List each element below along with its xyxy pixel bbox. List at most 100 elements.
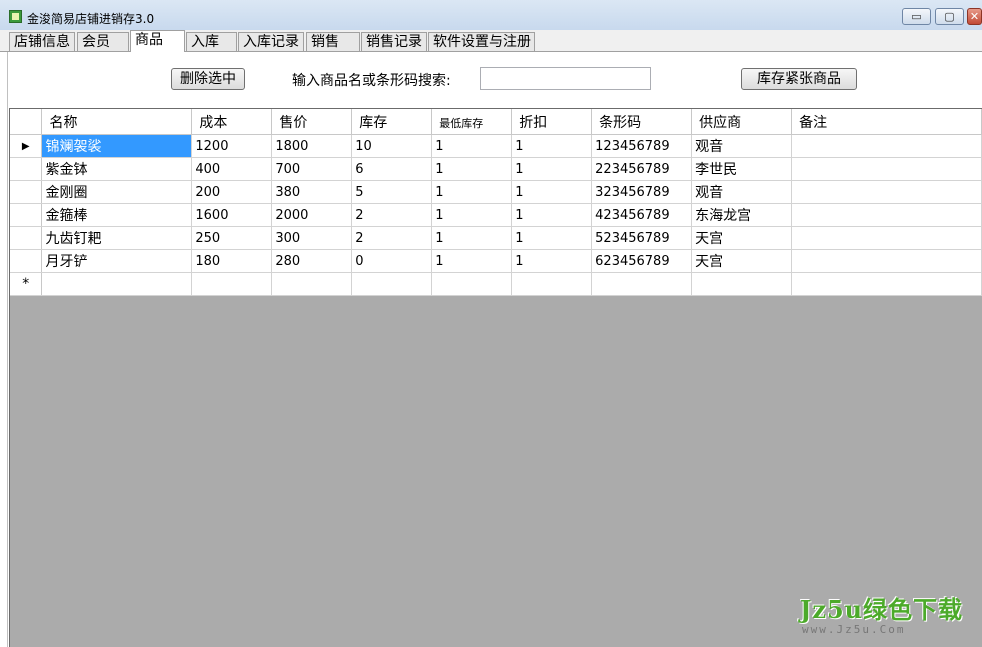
column-header-min-stock[interactable]: 最低库存 xyxy=(431,109,513,135)
table-row[interactable]: 金刚圈 200 380 5 1 1 323456789 观音 xyxy=(10,180,982,204)
new-cell-supplier[interactable] xyxy=(691,272,793,296)
cell-name[interactable]: 金刚圈 xyxy=(41,180,193,204)
cell-discount[interactable]: 1 xyxy=(511,180,593,204)
cell-discount[interactable]: 1 xyxy=(511,157,593,181)
cell-notes[interactable] xyxy=(791,226,982,250)
cell-price[interactable]: 700 xyxy=(271,157,353,181)
cell-supplier[interactable]: 东海龙宫 xyxy=(691,203,793,227)
cell-price[interactable]: 300 xyxy=(271,226,353,250)
table-row[interactable]: 九齿钉耙 250 300 2 1 1 523456789 天宫 xyxy=(10,226,982,250)
column-header-discount[interactable]: 折扣 xyxy=(511,109,593,135)
cell-discount[interactable]: 1 xyxy=(511,249,593,273)
cell-min-stock[interactable]: 1 xyxy=(431,134,513,158)
cell-stock[interactable]: 5 xyxy=(351,180,433,204)
tab-stock-in[interactable]: 入库 xyxy=(186,32,237,51)
maximize-button[interactable]: ▢ xyxy=(935,8,964,25)
cell-price[interactable]: 380 xyxy=(271,180,353,204)
new-cell-price[interactable] xyxy=(271,272,353,296)
tab-sales-records[interactable]: 销售记录 xyxy=(361,32,427,51)
cell-notes[interactable] xyxy=(791,157,982,181)
cell-discount[interactable]: 1 xyxy=(511,134,593,158)
cell-name[interactable]: 锦斓袈裟 xyxy=(41,134,193,158)
cell-supplier[interactable]: 天宫 xyxy=(691,249,793,273)
cell-cost[interactable]: 1200 xyxy=(191,134,273,158)
new-cell-barcode[interactable] xyxy=(591,272,693,296)
row-selector[interactable] xyxy=(10,249,43,273)
cell-cost[interactable]: 400 xyxy=(191,157,273,181)
row-selector[interactable] xyxy=(10,226,43,250)
cell-barcode[interactable]: 623456789 xyxy=(591,249,693,273)
new-row-marker[interactable]: * xyxy=(10,272,43,296)
search-input[interactable] xyxy=(480,67,651,90)
cell-cost[interactable]: 180 xyxy=(191,249,273,273)
column-header-price[interactable]: 售价 xyxy=(271,109,353,135)
cell-stock[interactable]: 10 xyxy=(351,134,433,158)
delete-selected-button[interactable]: 删除选中 xyxy=(171,68,245,90)
cell-supplier[interactable]: 观音 xyxy=(691,180,793,204)
cell-min-stock[interactable]: 1 xyxy=(431,180,513,204)
cell-barcode[interactable]: 523456789 xyxy=(591,226,693,250)
corner-cell[interactable] xyxy=(10,109,43,135)
tab-stock-in-records[interactable]: 入库记录 xyxy=(238,32,304,51)
new-cell-name[interactable] xyxy=(41,272,193,296)
cell-discount[interactable]: 1 xyxy=(511,226,593,250)
cell-barcode[interactable]: 323456789 xyxy=(591,180,693,204)
new-cell-stock[interactable] xyxy=(351,272,433,296)
row-selector[interactable] xyxy=(10,180,43,204)
cell-supplier[interactable]: 观音 xyxy=(691,134,793,158)
cell-supplier[interactable]: 天宫 xyxy=(691,226,793,250)
cell-name[interactable]: 金箍棒 xyxy=(41,203,193,227)
cell-price[interactable]: 1800 xyxy=(271,134,353,158)
cell-min-stock[interactable]: 1 xyxy=(431,249,513,273)
cell-notes[interactable] xyxy=(791,134,982,158)
cell-cost[interactable]: 250 xyxy=(191,226,273,250)
products-grid[interactable]: 名称 成本 售价 库存 最低库存 折扣 条形码 供应商 备注 ▶ 锦斓袈裟 12… xyxy=(9,108,982,647)
cell-notes[interactable] xyxy=(791,249,982,273)
cell-stock[interactable]: 0 xyxy=(351,249,433,273)
cell-barcode[interactable]: 223456789 xyxy=(591,157,693,181)
cell-price[interactable]: 2000 xyxy=(271,203,353,227)
cell-name[interactable]: 九齿钉耙 xyxy=(41,226,193,250)
column-header-stock[interactable]: 库存 xyxy=(351,109,433,135)
tab-sales[interactable]: 销售 xyxy=(306,32,360,51)
cell-notes[interactable] xyxy=(791,180,982,204)
row-selector[interactable] xyxy=(10,203,43,227)
cell-barcode[interactable]: 423456789 xyxy=(591,203,693,227)
minimize-button[interactable]: ▭ xyxy=(902,8,931,25)
cell-name[interactable]: 月牙铲 xyxy=(41,249,193,273)
new-cell-notes[interactable] xyxy=(791,272,982,296)
column-header-supplier[interactable]: 供应商 xyxy=(691,109,793,135)
table-row[interactable]: 紫金钵 400 700 6 1 1 223456789 李世民 xyxy=(10,157,982,181)
cell-name[interactable]: 紫金钵 xyxy=(41,157,193,181)
new-cell-cost[interactable] xyxy=(191,272,273,296)
column-header-cost[interactable]: 成本 xyxy=(191,109,273,135)
row-selector[interactable] xyxy=(10,157,43,181)
cell-min-stock[interactable]: 1 xyxy=(431,157,513,181)
cell-stock[interactable]: 6 xyxy=(351,157,433,181)
row-selector[interactable]: ▶ xyxy=(10,134,43,158)
table-row[interactable]: ▶ 锦斓袈裟 1200 1800 10 1 1 123456789 观音 xyxy=(10,134,982,158)
cell-price[interactable]: 280 xyxy=(271,249,353,273)
tab-members[interactable]: 会员 xyxy=(77,32,129,51)
low-stock-button[interactable]: 库存紧张商品 xyxy=(741,68,857,90)
new-row[interactable]: * xyxy=(10,272,982,296)
cell-cost[interactable]: 200 xyxy=(191,180,273,204)
cell-discount[interactable]: 1 xyxy=(511,203,593,227)
cell-cost[interactable]: 1600 xyxy=(191,203,273,227)
cell-notes[interactable] xyxy=(791,203,982,227)
new-cell-min-stock[interactable] xyxy=(431,272,513,296)
cell-supplier[interactable]: 李世民 xyxy=(691,157,793,181)
close-button[interactable]: ✕ xyxy=(967,8,982,25)
column-header-barcode[interactable]: 条形码 xyxy=(591,109,693,135)
cell-stock[interactable]: 2 xyxy=(351,226,433,250)
table-row[interactable]: 金箍棒 1600 2000 2 1 1 423456789 东海龙宫 xyxy=(10,203,982,227)
cell-stock[interactable]: 2 xyxy=(351,203,433,227)
tab-store-info[interactable]: 店铺信息 xyxy=(9,32,75,51)
column-header-notes[interactable]: 备注 xyxy=(791,109,982,135)
tab-settings-registration[interactable]: 软件设置与注册 xyxy=(428,32,535,51)
cell-min-stock[interactable]: 1 xyxy=(431,226,513,250)
column-header-name[interactable]: 名称 xyxy=(41,109,193,135)
table-row[interactable]: 月牙铲 180 280 0 1 1 623456789 天宫 xyxy=(10,249,982,273)
tab-products[interactable]: 商品 xyxy=(130,30,185,52)
cell-barcode[interactable]: 123456789 xyxy=(591,134,693,158)
